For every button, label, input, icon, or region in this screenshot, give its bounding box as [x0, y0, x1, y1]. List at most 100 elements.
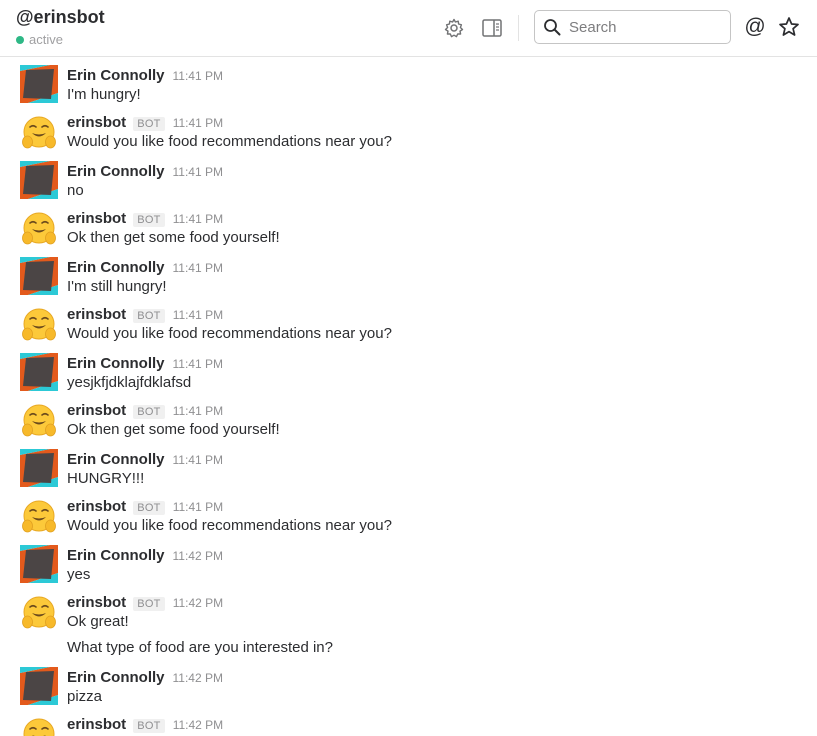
- message-text: What type of food are you interested in?: [67, 639, 333, 656]
- user-message: Erin Connolly 11:41 PM HUNGRY!!!: [0, 449, 817, 497]
- message-author[interactable]: erinsbot: [67, 498, 126, 515]
- message-text: no: [67, 182, 84, 199]
- message-meta: Erin Connolly 11:41 PM: [67, 451, 223, 468]
- message-text: Ok great!: [67, 613, 129, 630]
- bot-message: erinsbot BOT 11:41 PM Ok then get some food…: [0, 210, 817, 256]
- user-avatar[interactable]: [20, 449, 58, 487]
- user-message: Erin Connolly 11:42 PM yes: [0, 545, 817, 593]
- user-message: Erin Connolly 11:42 PM pizza: [0, 667, 817, 715]
- search-icon: [542, 17, 562, 37]
- message-timestamp[interactable]: 11:41 PM: [173, 261, 223, 275]
- message-meta: Erin Connolly 11:42 PM: [67, 547, 223, 564]
- bot-message: erinsbot BOT 11:41 PM Ok then get some food…: [0, 402, 817, 448]
- message-timestamp[interactable]: 11:41 PM: [173, 165, 223, 179]
- user-message: Erin Connolly 11:41 PM I'm still hungry!: [0, 257, 817, 305]
- presence-status: active: [16, 32, 63, 47]
- user-message: Erin Connolly 11:41 PM no: [0, 161, 817, 209]
- message-timestamp[interactable]: 11:41 PM: [173, 116, 223, 130]
- user-avatar[interactable]: [20, 65, 58, 103]
- message-meta: erinsbot BOT 11:41 PM: [67, 306, 223, 323]
- bot-badge: BOT: [133, 501, 165, 515]
- channel-title[interactable]: @erinsbot: [16, 7, 105, 28]
- message-timestamp[interactable]: 11:42 PM: [173, 549, 223, 563]
- star-icon[interactable]: [777, 15, 801, 39]
- message-author[interactable]: Erin Connolly: [67, 355, 165, 372]
- message-meta: erinsbot BOT 11:41 PM: [67, 402, 223, 419]
- message-meta: Erin Connolly 11:41 PM: [67, 355, 223, 372]
- bot-badge: BOT: [133, 405, 165, 419]
- user-message: Erin Connolly 11:41 PM I'm hungry!: [0, 65, 817, 113]
- message-author[interactable]: erinsbot: [67, 210, 126, 227]
- bot-badge: BOT: [133, 597, 165, 611]
- message-timestamp[interactable]: 11:41 PM: [173, 212, 223, 226]
- message-timestamp[interactable]: 11:42 PM: [173, 596, 223, 610]
- bot-message: erinsbot BOT 11:42 PM Ok great! What type of…: [0, 594, 817, 656]
- user-avatar[interactable]: [20, 667, 58, 705]
- bot-avatar[interactable]: [20, 716, 58, 736]
- message-timestamp[interactable]: 11:42 PM: [173, 671, 223, 685]
- channel-header: @erinsbot active @: [0, 0, 817, 57]
- mentions-icon[interactable]: @: [743, 15, 767, 39]
- message-author[interactable]: Erin Connolly: [67, 669, 165, 686]
- message-author[interactable]: erinsbot: [67, 114, 126, 131]
- bot-avatar[interactable]: [20, 114, 58, 152]
- bot-avatar[interactable]: [20, 306, 58, 344]
- gear-icon[interactable]: [442, 16, 466, 40]
- message-author[interactable]: erinsbot: [67, 594, 126, 611]
- message-author[interactable]: erinsbot: [67, 306, 126, 323]
- message-meta: erinsbot BOT 11:41 PM: [67, 498, 223, 515]
- bot-message: erinsbot BOT 11:41 PM Would you like food r…: [0, 498, 817, 544]
- message-meta: Erin Connolly 11:42 PM: [67, 669, 223, 686]
- user-message: Erin Connolly 11:41 PM yesjkfjdklajfdklafs…: [0, 353, 817, 401]
- message-author[interactable]: Erin Connolly: [67, 451, 165, 468]
- bot-badge: BOT: [133, 117, 165, 131]
- message-text: Would you like food recommendations near…: [67, 133, 392, 150]
- bot-avatar[interactable]: [20, 498, 58, 536]
- message-meta: Erin Connolly 11:41 PM: [67, 259, 223, 276]
- user-avatar[interactable]: [20, 353, 58, 391]
- search-input[interactable]: [567, 17, 721, 37]
- message-author[interactable]: Erin Connolly: [67, 259, 165, 276]
- message-timestamp[interactable]: 11:41 PM: [173, 500, 223, 514]
- message-meta: erinsbot BOT 11:41 PM: [67, 210, 223, 227]
- user-avatar[interactable]: [20, 257, 58, 295]
- message-text: yes: [67, 566, 91, 583]
- message-meta: erinsbot BOT 11:42 PM: [67, 716, 223, 733]
- message-text: I'm still hungry!: [67, 278, 167, 295]
- message-timestamp[interactable]: 11:41 PM: [173, 308, 223, 322]
- bot-avatar[interactable]: [20, 210, 58, 248]
- message-meta: erinsbot BOT 11:42 PM: [67, 594, 223, 611]
- message-meta: erinsbot BOT 11:41 PM: [67, 114, 223, 131]
- message-text: I'm hungry!: [67, 86, 141, 103]
- sidebar-toggle-icon[interactable]: [480, 16, 504, 40]
- bot-message: erinsbot BOT 11:41 PM Would you like food r…: [0, 306, 817, 352]
- message-timestamp[interactable]: 11:41 PM: [173, 453, 223, 467]
- message-author[interactable]: erinsbot: [67, 716, 126, 733]
- presence-label: active: [29, 32, 63, 47]
- message-text: Ok then get some food yourself!: [67, 229, 280, 246]
- message-author[interactable]: Erin Connolly: [67, 67, 165, 84]
- message-text: HUNGRY!!!: [67, 470, 145, 487]
- user-avatar[interactable]: [20, 161, 58, 199]
- message-author[interactable]: Erin Connolly: [67, 547, 165, 564]
- message-author[interactable]: Erin Connolly: [67, 163, 165, 180]
- message-meta: Erin Connolly 11:41 PM: [67, 163, 223, 180]
- presence-dot-icon: [16, 35, 24, 44]
- message-text: Would you like food recommendations near…: [67, 517, 392, 534]
- message-list: Erin Connolly 11:41 PM I'm hungry! erinsbo…: [0, 57, 817, 736]
- bot-avatar[interactable]: [20, 402, 58, 440]
- message-text: yesjkfjdklajfdklafsd: [67, 374, 192, 391]
- message-timestamp[interactable]: 11:41 PM: [173, 404, 223, 418]
- bot-badge: BOT: [133, 719, 165, 733]
- bot-avatar[interactable]: [20, 594, 58, 632]
- message-text: pizza: [67, 688, 103, 705]
- header-divider: [518, 15, 519, 41]
- message-text: Would you like food recommendations near…: [67, 325, 392, 342]
- message-timestamp[interactable]: 11:41 PM: [173, 357, 223, 371]
- user-avatar[interactable]: [20, 545, 58, 583]
- bot-badge: BOT: [133, 309, 165, 323]
- message-author[interactable]: erinsbot: [67, 402, 126, 419]
- message-timestamp[interactable]: 11:41 PM: [173, 69, 223, 83]
- message-timestamp[interactable]: 11:42 PM: [173, 718, 223, 732]
- search-box[interactable]: [534, 10, 731, 44]
